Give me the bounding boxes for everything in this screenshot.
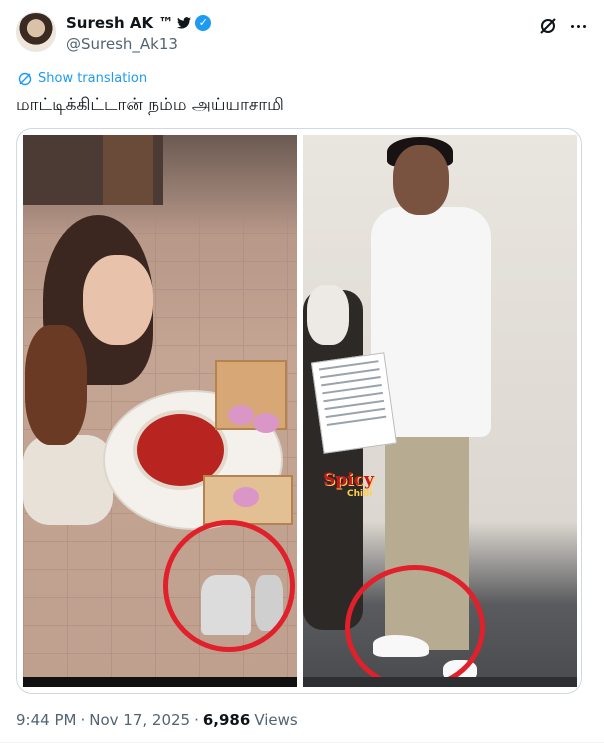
grok-icon[interactable] xyxy=(538,16,558,36)
more-dots-icon[interactable] xyxy=(568,16,588,36)
tweet-time[interactable]: 9:44 PM xyxy=(16,711,76,729)
author-handle[interactable]: @Suresh_Ak13 xyxy=(66,34,211,54)
watermark-sub: Chilli xyxy=(347,489,373,499)
tweet-header: Suresh AK ™ ✓ @Suresh_Ak13 xyxy=(16,12,588,56)
meta-separator: · xyxy=(80,711,86,729)
views-label: Views xyxy=(254,711,298,729)
show-translation-link[interactable]: Show translation xyxy=(18,71,147,86)
author-name-row[interactable]: Suresh AK ™ ✓ xyxy=(66,14,212,32)
certificate xyxy=(310,352,398,454)
meta-separator: · xyxy=(194,711,199,729)
media-photo-right: Spicy Chilli xyxy=(303,135,577,687)
verified-badge-icon: ✓ xyxy=(195,15,212,31)
avatar[interactable] xyxy=(16,12,56,52)
twitter-bird-icon xyxy=(177,17,192,29)
display-name[interactable]: Suresh AK ™ xyxy=(66,14,173,32)
author-block: Suresh AK ™ ✓ @Suresh_Ak13 xyxy=(66,14,212,54)
show-translation-label[interactable]: Show translation xyxy=(38,71,147,86)
media-image[interactable]: Spicy Chilli xyxy=(16,128,582,694)
tweet-meta: 9:44 PM · Nov 17, 2025 · 6,986 Views xyxy=(16,711,298,729)
highlight-circle-left xyxy=(163,520,295,652)
views-count: 6,986 xyxy=(202,711,251,729)
highlight-circle-right xyxy=(345,565,485,687)
tweet-text: மாட்டிக்கிட்டான் நம்ம அய்யாசாமி xyxy=(16,95,284,115)
tweet-date[interactable]: Nov 17, 2025 xyxy=(89,711,190,729)
media-photo-left xyxy=(23,135,297,687)
watermark-logo: Spicy xyxy=(323,470,374,490)
translate-globe-icon xyxy=(18,72,32,85)
divider xyxy=(0,742,604,743)
